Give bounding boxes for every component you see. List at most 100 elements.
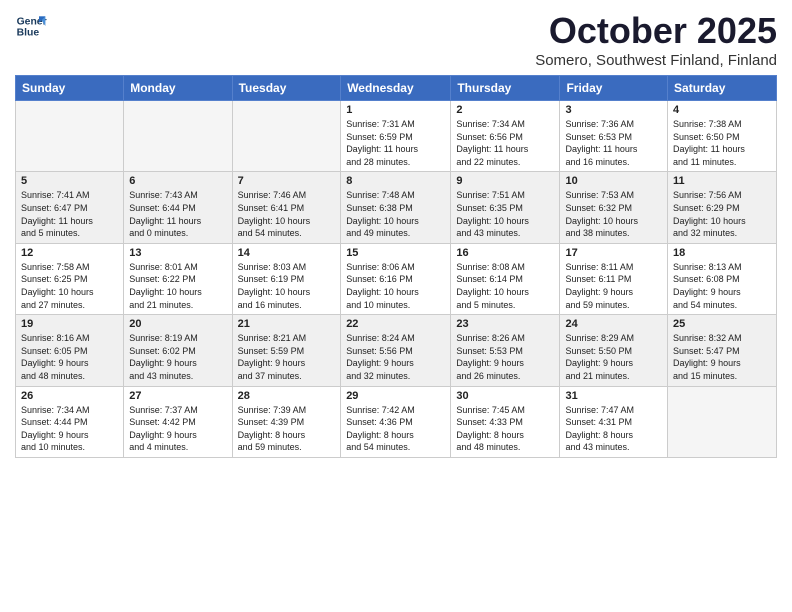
day-info: Sunrise: 7:47 AM Sunset: 4:31 PM Dayligh… [565, 404, 662, 454]
header-sunday: Sunday [16, 76, 124, 101]
day-info: Sunrise: 8:11 AM Sunset: 6:11 PM Dayligh… [565, 261, 662, 311]
calendar-cell [668, 386, 777, 457]
week-row-2: 5 Sunrise: 7:41 AM Sunset: 6:47 PM Daylig… [16, 172, 777, 243]
calendar-cell: 8Sunrise: 7:48 AM Sunset: 6:38 PM Daylig… [341, 172, 451, 243]
header-saturday: Saturday [668, 76, 777, 101]
day-number: 8 [346, 175, 445, 187]
day-number: 29 [346, 390, 445, 402]
day-number: 19 [21, 318, 118, 330]
calendar-table: Sunday Monday Tuesday Wednesday Thursday… [15, 75, 777, 458]
calendar-cell: 10 Sunrise: 7:53 AM Sunset: 6:32 PM Dayli… [560, 172, 668, 243]
calendar-cell: 13 Sunrise: 8:01 AM Sunset: 6:22 PM Dayli… [124, 243, 232, 314]
day-info: Sunrise: 8:32 AM Sunset: 5:47 PM Dayligh… [673, 332, 771, 382]
month-title: October 2025 [535, 10, 777, 52]
day-info: Sunrise: 8:19 AM Sunset: 6:02 PM Dayligh… [129, 332, 226, 382]
day-number: 20 [129, 318, 226, 330]
header-monday: Monday [124, 76, 232, 101]
header-thursday: Thursday [451, 76, 560, 101]
day-info: Sunrise: 7:38 AM Sunset: 6:50 PM Dayligh… [673, 118, 771, 168]
calendar-cell: 25 Sunrise: 8:32 AM Sunset: 5:47 PM Dayli… [668, 315, 777, 386]
day-number: 14 [238, 247, 336, 259]
day-number: 10 [565, 175, 662, 187]
calendar-cell: 15 Sunrise: 8:06 AM Sunset: 6:16 PM Dayli… [341, 243, 451, 314]
week-row-5: 26 Sunrise: 7:34 AM Sunset: 4:44 PM Dayli… [16, 386, 777, 457]
day-number: 31 [565, 390, 662, 402]
day-number: 15 [346, 247, 445, 259]
day-number: 1 [346, 104, 445, 116]
day-number: 24 [565, 318, 662, 330]
logo-icon: General Blue [15, 10, 47, 42]
calendar-cell: 11Sunrise: 7:56 AM Sunset: 6:29 PM Dayli… [668, 172, 777, 243]
calendar-cell: 2 Sunrise: 7:34 AM Sunset: 6:56 PM Daylig… [451, 101, 560, 172]
week-row-4: 19Sunrise: 8:16 AM Sunset: 6:05 PM Dayli… [16, 315, 777, 386]
title-section: October 2025 Somero, Southwest Finland, … [535, 10, 777, 69]
calendar-cell: 24Sunrise: 8:29 AM Sunset: 5:50 PM Dayli… [560, 315, 668, 386]
day-number: 6 [129, 175, 226, 187]
header-friday: Friday [560, 76, 668, 101]
calendar-cell: 6 Sunrise: 7:43 AM Sunset: 6:44 PM Daylig… [124, 172, 232, 243]
svg-text:Blue: Blue [17, 28, 40, 39]
header-wednesday: Wednesday [341, 76, 451, 101]
calendar-cell [16, 101, 124, 172]
day-number: 17 [565, 247, 662, 259]
day-number: 9 [456, 175, 554, 187]
day-info: Sunrise: 7:42 AM Sunset: 4:36 PM Dayligh… [346, 404, 445, 454]
day-number: 30 [456, 390, 554, 402]
header-tuesday: Tuesday [232, 76, 341, 101]
day-info: Sunrise: 7:41 AM Sunset: 6:47 PM Dayligh… [21, 189, 118, 239]
day-info: Sunrise: 8:01 AM Sunset: 6:22 PM Dayligh… [129, 261, 226, 311]
weekday-header-row: Sunday Monday Tuesday Wednesday Thursday… [16, 76, 777, 101]
calendar-cell: 7Sunrise: 7:46 AM Sunset: 6:41 PM Daylig… [232, 172, 341, 243]
day-info: Sunrise: 7:51 AM Sunset: 6:35 PM Dayligh… [456, 189, 554, 239]
calendar-cell: 27Sunrise: 7:37 AM Sunset: 4:42 PM Dayli… [124, 386, 232, 457]
calendar-cell: 28Sunrise: 7:39 AM Sunset: 4:39 PM Dayli… [232, 386, 341, 457]
calendar-cell [124, 101, 232, 172]
day-number: 18 [673, 247, 771, 259]
calendar-cell: 4Sunrise: 7:38 AM Sunset: 6:50 PM Daylig… [668, 101, 777, 172]
calendar-cell: 19Sunrise: 8:16 AM Sunset: 6:05 PM Dayli… [16, 315, 124, 386]
calendar-cell: 18Sunrise: 8:13 AM Sunset: 6:08 PM Dayli… [668, 243, 777, 314]
calendar-cell: 31 Sunrise: 7:47 AM Sunset: 4:31 PM Dayli… [560, 386, 668, 457]
day-info: Sunrise: 7:53 AM Sunset: 6:32 PM Dayligh… [565, 189, 662, 239]
day-info: Sunrise: 7:34 AM Sunset: 4:44 PM Dayligh… [21, 404, 118, 454]
day-number: 13 [129, 247, 226, 259]
day-number: 21 [238, 318, 336, 330]
day-info: Sunrise: 8:21 AM Sunset: 5:59 PM Dayligh… [238, 332, 336, 382]
day-info: Sunrise: 7:58 AM Sunset: 6:25 PM Dayligh… [21, 261, 118, 311]
day-number: 3 [565, 104, 662, 116]
day-number: 26 [21, 390, 118, 402]
calendar-cell: 12 Sunrise: 7:58 AM Sunset: 6:25 PM Dayli… [16, 243, 124, 314]
calendar-cell: 20 Sunrise: 8:19 AM Sunset: 6:02 PM Dayli… [124, 315, 232, 386]
day-number: 22 [346, 318, 445, 330]
day-info: Sunrise: 7:34 AM Sunset: 6:56 PM Dayligh… [456, 118, 554, 168]
day-info: Sunrise: 7:36 AM Sunset: 6:53 PM Dayligh… [565, 118, 662, 168]
day-number: 2 [456, 104, 554, 116]
calendar-cell: 17 Sunrise: 8:11 AM Sunset: 6:11 PM Dayli… [560, 243, 668, 314]
calendar-cell: 23Sunrise: 8:26 AM Sunset: 5:53 PM Dayli… [451, 315, 560, 386]
calendar-cell [232, 101, 341, 172]
location-subtitle: Somero, Southwest Finland, Finland [535, 52, 777, 69]
day-number: 11 [673, 175, 771, 187]
week-row-1: 1 Sunrise: 7:31 AM Sunset: 6:59 PM Daylig… [16, 101, 777, 172]
day-info: Sunrise: 8:26 AM Sunset: 5:53 PM Dayligh… [456, 332, 554, 382]
calendar-cell: 9 Sunrise: 7:51 AM Sunset: 6:35 PM Daylig… [451, 172, 560, 243]
calendar-cell: 5 Sunrise: 7:41 AM Sunset: 6:47 PM Daylig… [16, 172, 124, 243]
calendar-cell: 21 Sunrise: 8:21 AM Sunset: 5:59 PM Dayli… [232, 315, 341, 386]
day-info: Sunrise: 8:08 AM Sunset: 6:14 PM Dayligh… [456, 261, 554, 311]
day-number: 16 [456, 247, 554, 259]
day-info: Sunrise: 7:37 AM Sunset: 4:42 PM Dayligh… [129, 404, 226, 454]
day-info: Sunrise: 8:24 AM Sunset: 5:56 PM Dayligh… [346, 332, 445, 382]
calendar-cell: 16 Sunrise: 8:08 AM Sunset: 6:14 PM Dayli… [451, 243, 560, 314]
day-number: 7 [238, 175, 336, 187]
calendar-cell: 22 Sunrise: 8:24 AM Sunset: 5:56 PM Dayli… [341, 315, 451, 386]
day-number: 25 [673, 318, 771, 330]
calendar-cell: 26 Sunrise: 7:34 AM Sunset: 4:44 PM Dayli… [16, 386, 124, 457]
day-info: Sunrise: 8:06 AM Sunset: 6:16 PM Dayligh… [346, 261, 445, 311]
day-number: 5 [21, 175, 118, 187]
day-info: Sunrise: 8:03 AM Sunset: 6:19 PM Dayligh… [238, 261, 336, 311]
day-number: 12 [21, 247, 118, 259]
day-info: Sunrise: 7:31 AM Sunset: 6:59 PM Dayligh… [346, 118, 445, 168]
week-row-3: 12 Sunrise: 7:58 AM Sunset: 6:25 PM Dayli… [16, 243, 777, 314]
day-info: Sunrise: 7:43 AM Sunset: 6:44 PM Dayligh… [129, 189, 226, 239]
page-container: General Blue October 2025 Somero, Southw… [0, 0, 792, 468]
